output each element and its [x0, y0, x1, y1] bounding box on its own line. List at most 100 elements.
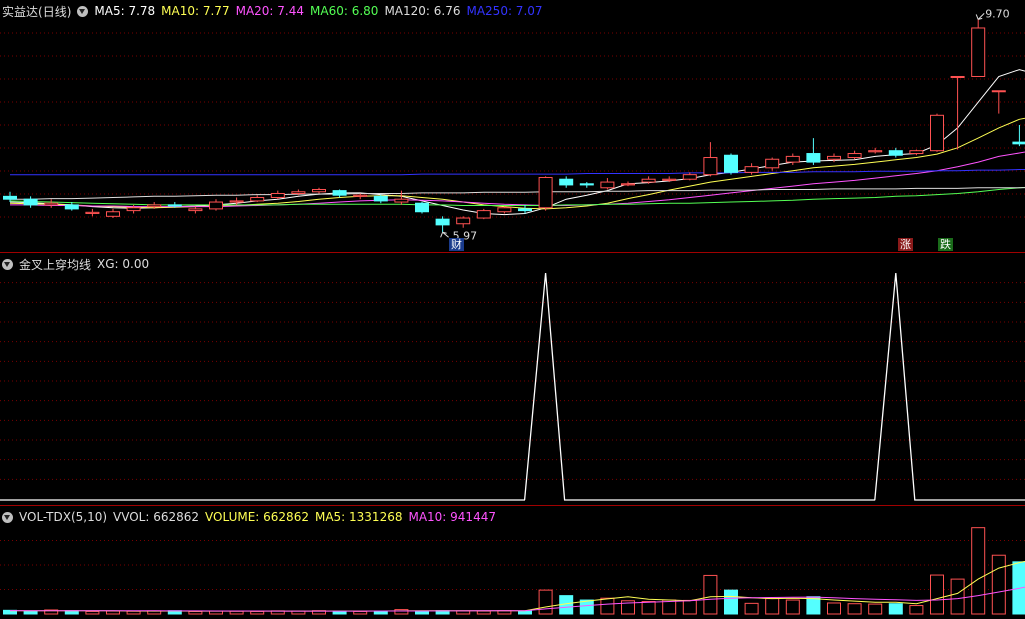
candle-body [353, 194, 368, 197]
chevron-down-icon[interactable] [2, 258, 13, 270]
stock-name: 实益达 [2, 4, 39, 19]
event-tag-die[interactable]: 跌 [938, 238, 953, 251]
vol-ma10-indicator: MA10: 941447 [408, 510, 496, 524]
candle-body [188, 208, 203, 212]
candle-body [579, 183, 594, 186]
candlestick-chart[interactable]: 9.705.97 [0, 0, 1025, 252]
volume-bar [682, 599, 697, 615]
candle-body [888, 150, 903, 156]
volume-bar [250, 610, 265, 615]
ma120-indicator: MA120: 6.76 [384, 4, 461, 18]
ma250-indicator: MA250: 7.07 [466, 4, 543, 18]
candle-body [703, 157, 718, 176]
candle-body [785, 155, 800, 163]
candle-body [497, 207, 512, 213]
candle-body [827, 155, 841, 160]
volume-ma5-line [10, 560, 1025, 612]
volume-panel-header: VOL-TDX(5,10) VVOL: 662862 VOLUME: 66286… [2, 509, 496, 525]
volume-bar [538, 589, 553, 615]
high-price-label: 9.70 [985, 7, 1010, 20]
candle-body [126, 207, 141, 212]
volume-panel[interactable]: VOL-TDX(5,10) VVOL: 662862 VOLUME: 66286… [0, 506, 1025, 619]
candle-body [1012, 141, 1025, 145]
volume-bar [888, 603, 903, 615]
candle-body [23, 198, 38, 206]
volume-bar [23, 610, 38, 615]
candle-body [250, 196, 265, 202]
candle-body [85, 211, 100, 214]
candle-body [270, 192, 285, 198]
signal-chart[interactable] [0, 253, 1025, 505]
candle-body [476, 210, 491, 219]
volume-bar [991, 554, 1006, 615]
candle-body [682, 174, 697, 180]
candle-body [312, 188, 326, 193]
candle-body [332, 190, 347, 196]
candle-body [641, 178, 656, 183]
low-arrow [440, 231, 449, 238]
volume-bar [85, 610, 100, 615]
volume-bar [353, 610, 368, 615]
candle-body [868, 150, 883, 153]
volume-bar [785, 599, 800, 615]
candle-body [909, 150, 924, 155]
candle-body [106, 211, 120, 217]
price-panel[interactable]: 9.70 5.97 实益达(日线) MA5: 7.78 MA10: 7.77 MA… [0, 0, 1025, 252]
candle-body [373, 195, 388, 202]
signal-panel[interactable]: 金叉上穿均线 XG: 0.00 [0, 253, 1025, 505]
candle-body [538, 177, 553, 209]
volume-bar [229, 610, 244, 615]
ma5-indicator: MA5: 7.78 [94, 4, 156, 18]
high-arrow [975, 13, 985, 20]
volume-bar [930, 574, 944, 615]
chevron-down-icon[interactable] [2, 511, 13, 523]
volume-indicator: VOLUME: 662862 [205, 510, 309, 524]
volume-title: VOL-TDX(5,10) [19, 510, 108, 524]
volume-bar [106, 610, 120, 615]
candle-body [930, 114, 944, 152]
volume-bar [950, 578, 965, 615]
candle-body [209, 201, 223, 210]
ma60-indicator: MA60: 6.80 [310, 4, 379, 18]
candle-body [744, 166, 759, 173]
candle-body [518, 208, 532, 212]
stock-name-label: 实益达(日线) [2, 3, 71, 20]
event-tag-zhang[interactable]: 涨 [898, 238, 913, 251]
ma-line-ma10 [9, 117, 1025, 210]
volume-bar [765, 598, 780, 615]
xg-indicator: XG: 0.00 [97, 257, 150, 271]
chevron-down-icon[interactable] [77, 5, 89, 17]
candle-body [456, 217, 471, 225]
candle-body [806, 153, 821, 163]
volume-bar [868, 603, 883, 615]
candle-body [64, 204, 79, 210]
volume-bar [188, 610, 203, 615]
volume-bar [909, 605, 924, 615]
ma20-indicator: MA20: 7.44 [235, 4, 305, 18]
candle-body [291, 191, 306, 194]
volume-bar [703, 574, 718, 615]
candle-body [44, 202, 59, 206]
candle-body [765, 158, 780, 169]
volume-bar [827, 602, 841, 615]
volume-bar [971, 527, 986, 615]
xg-signal-line [0, 272, 1025, 501]
signal-panel-header: 金叉上穿均线 XG: 0.00 [2, 256, 149, 272]
price-panel-header: 实益达(日线) MA5: 7.78 MA10: 7.77 MA20: 7.44 … [2, 3, 543, 19]
vvol-indicator: VVOL: 662862 [113, 510, 200, 524]
volume-bar [476, 610, 491, 615]
ma-line-ma60 [9, 186, 1025, 206]
stock-period: (日线) [38, 4, 72, 19]
candle-body [147, 204, 162, 208]
candle-body [559, 178, 574, 186]
candle-body [229, 200, 244, 203]
candle-body [724, 154, 738, 173]
volume-bar [415, 610, 429, 615]
candle-body [415, 202, 429, 213]
volume-bar [600, 597, 615, 615]
candle-body [167, 204, 182, 207]
ma10-indicator: MA10: 7.77 [161, 4, 230, 18]
candle-body [950, 75, 965, 78]
event-tag-cai[interactable]: 财 [449, 238, 464, 251]
volume-bar [724, 589, 738, 615]
